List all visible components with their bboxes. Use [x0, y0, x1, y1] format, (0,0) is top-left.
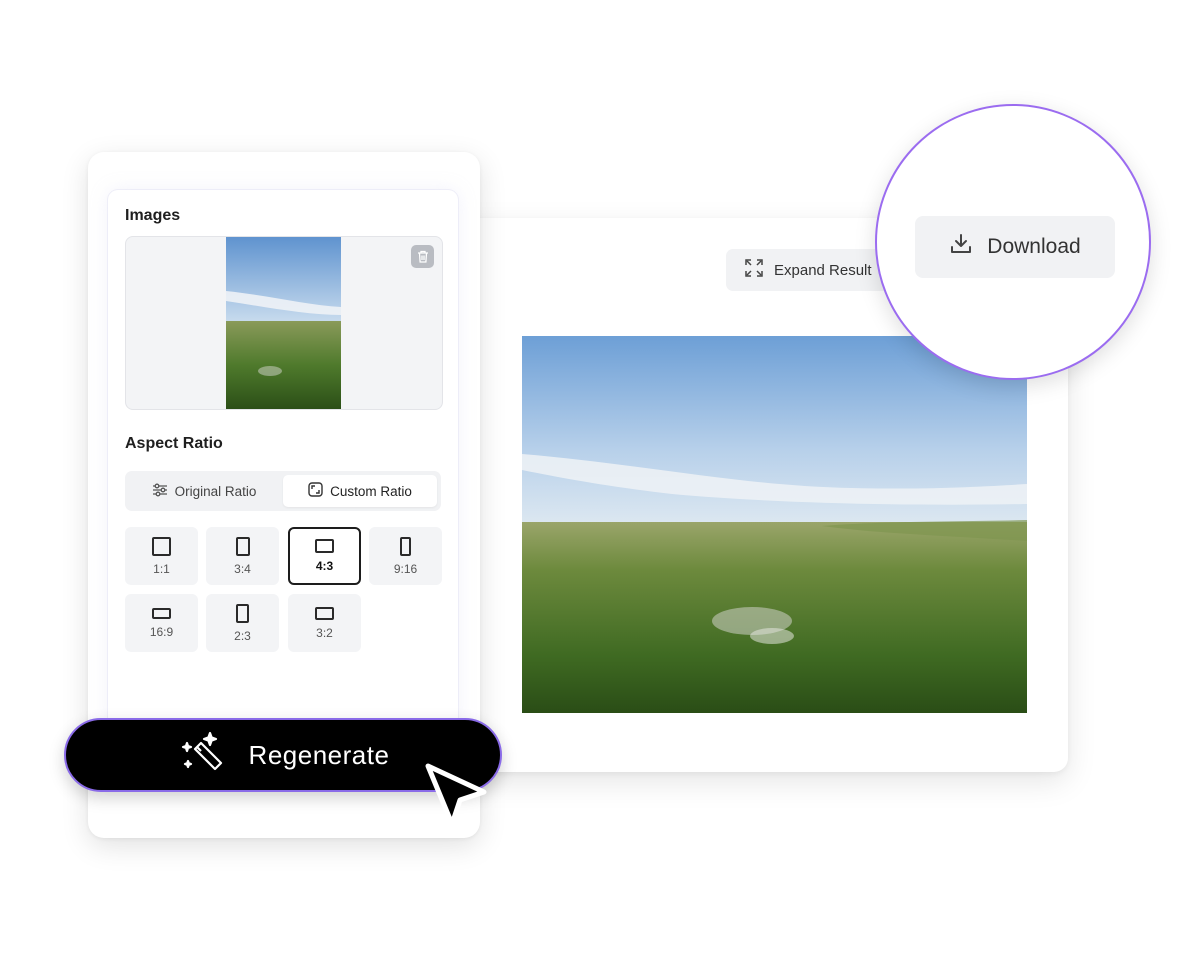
ratio-label: 3:2: [316, 625, 333, 640]
regenerate-label: Regenerate: [248, 739, 390, 770]
download-zoom-bubble: Download: [875, 104, 1151, 380]
original-ratio-label: Original Ratio: [174, 483, 257, 499]
download-icon: [949, 232, 973, 262]
aspect-ratio-heading: Aspect Ratio: [125, 435, 223, 452]
settings-inner: Images Aspect Ratio Original Ratio Custo…: [108, 190, 458, 730]
wide-ratio-icon: [152, 607, 171, 619]
custom-ratio-label: Custom Ratio: [330, 483, 412, 499]
download-label: Download: [987, 235, 1081, 258]
download-button[interactable]: Download: [915, 216, 1115, 278]
ratio-tile-4-3[interactable]: 4:3: [288, 527, 361, 585]
original-ratio-option[interactable]: Original Ratio: [129, 475, 279, 507]
custom-ratio-icon: [308, 482, 323, 500]
ratio-tile-2-3[interactable]: 2:3: [206, 594, 279, 652]
result-image: [522, 336, 1027, 713]
portrait-ratio-icon: [236, 603, 249, 623]
delete-icon[interactable]: [411, 245, 434, 268]
ratio-label: 9:16: [393, 561, 418, 576]
uploaded-thumbnail: [226, 237, 341, 409]
ratio-label: 2:3: [234, 628, 251, 643]
image-upload-box[interactable]: [125, 236, 443, 410]
portrait-ratio-icon: [235, 536, 250, 556]
cursor-pointer-icon: [422, 762, 492, 837]
ratio-tile-3-2[interactable]: 3:2: [288, 594, 361, 652]
ratio-label: 16:9: [149, 624, 174, 639]
ratio-tile-1-1[interactable]: 1:1: [125, 527, 198, 585]
sliders-icon: [152, 483, 168, 500]
ratio-label: 4:3: [315, 559, 334, 573]
ratio-label: 3:4: [234, 561, 251, 576]
images-heading: Images: [125, 207, 181, 224]
square-ratio-icon: [152, 536, 171, 556]
magic-wand-icon: [177, 729, 223, 782]
ratio-tile-9-16[interactable]: 9:16: [369, 527, 442, 585]
landscape-ratio-icon: [315, 539, 334, 553]
expand-result-label: Expand Result: [774, 261, 872, 279]
ratio-grid: 1:1 3:4 4:3 9:16 16:9 2:3 3:2: [125, 527, 445, 657]
ratio-tile-16-9[interactable]: 16:9: [125, 594, 198, 652]
ratio-tile-3-4[interactable]: 3:4: [206, 527, 279, 585]
expand-icon: [744, 258, 764, 282]
tall-ratio-icon: [400, 536, 411, 556]
custom-ratio-option[interactable]: Custom Ratio: [283, 475, 437, 507]
ratio-mode-toggle: Original Ratio Custom Ratio: [125, 471, 441, 511]
ratio-label: 1:1: [153, 561, 170, 576]
landscape-ratio-icon: [315, 606, 334, 620]
